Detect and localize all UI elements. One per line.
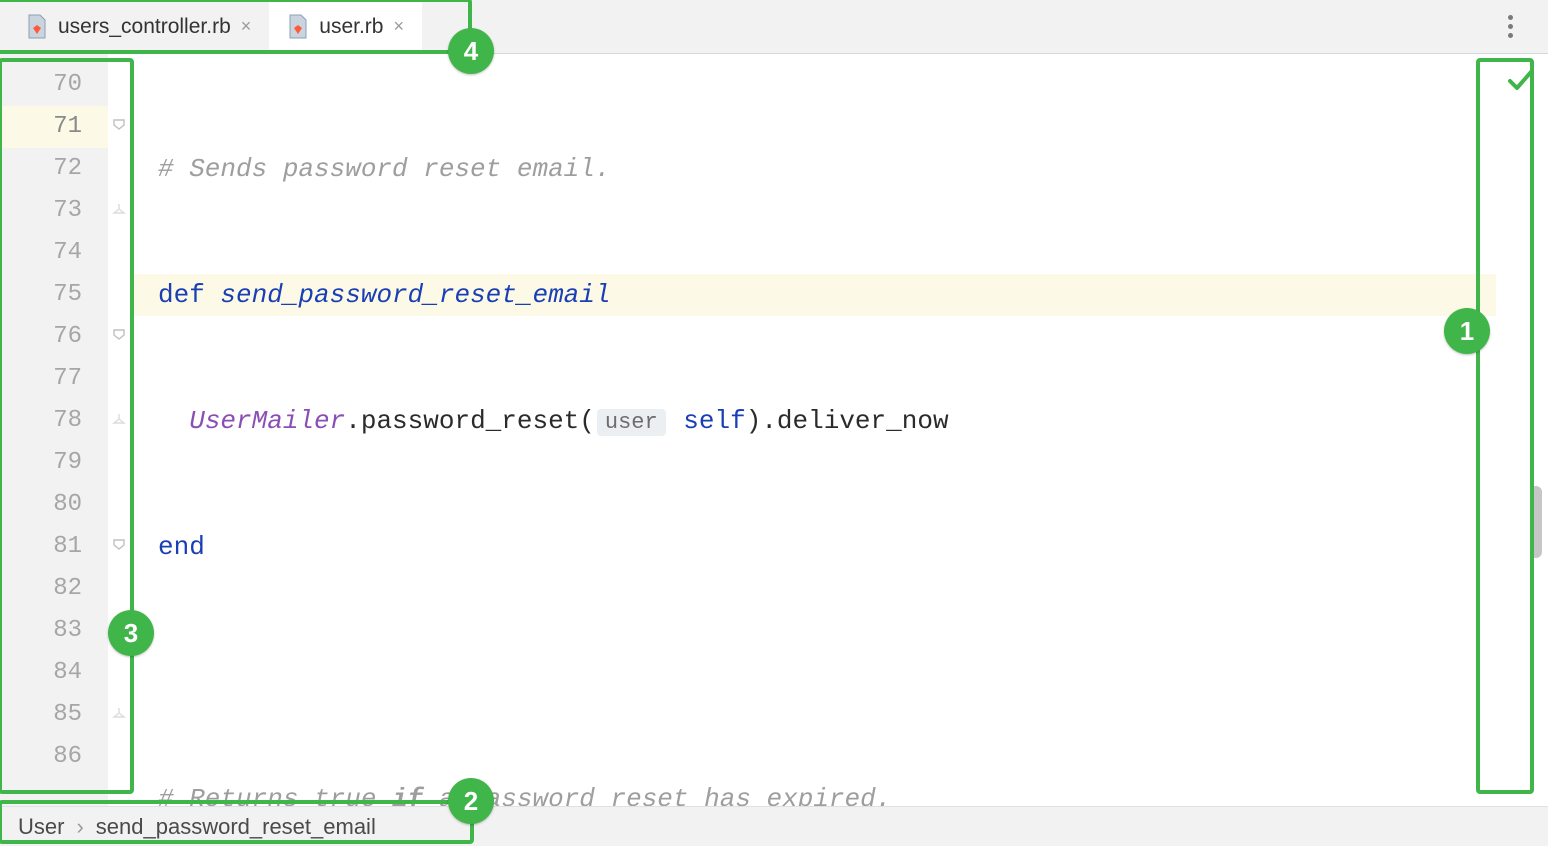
tab-user[interactable]: user.rb × <box>269 0 422 53</box>
code-text: ).deliver_now <box>746 406 949 436</box>
line-number[interactable]: 83 <box>0 610 108 652</box>
line-number[interactable]: 82 <box>0 568 108 610</box>
code-text: .password_reset( <box>345 406 595 436</box>
line-number[interactable]: 75 <box>0 274 108 316</box>
line-number[interactable]: 76 <box>0 316 108 358</box>
line-number[interactable]: 70 <box>0 64 108 106</box>
line-number[interactable]: 80 <box>0 484 108 526</box>
fold-end-icon[interactable] <box>108 694 130 736</box>
line-number[interactable]: 86 <box>0 736 108 778</box>
breadcrumb-item[interactable]: send_password_reset_email <box>96 814 376 840</box>
editor-tabs: users_controller.rb × user.rb × <box>0 0 1548 54</box>
code-area[interactable]: # Sends password reset email. def send_p… <box>130 54 1548 806</box>
line-number[interactable]: 85 <box>0 694 108 736</box>
fold-column <box>108 54 130 806</box>
code-text: end <box>158 532 205 562</box>
tab-users-controller[interactable]: users_controller.rb × <box>8 0 269 53</box>
fold-end-icon[interactable] <box>108 190 130 232</box>
marker-bar[interactable] <box>1496 54 1548 806</box>
fold-marker-icon[interactable] <box>108 526 130 568</box>
line-number[interactable]: 78 <box>0 400 108 442</box>
ruby-file-icon <box>26 14 48 40</box>
code-text: send_password_reset_email <box>220 280 610 310</box>
inspection-ok-icon[interactable] <box>1506 66 1534 99</box>
chevron-right-icon: › <box>76 814 83 840</box>
breadcrumb-item[interactable]: User <box>18 814 64 840</box>
line-number[interactable]: 77 <box>0 358 108 400</box>
code-text: UserMailer <box>189 406 345 436</box>
line-number[interactable]: 72 <box>0 148 108 190</box>
close-icon[interactable]: × <box>241 16 252 37</box>
fold-end-icon[interactable] <box>108 400 130 442</box>
line-number[interactable]: 81 <box>0 526 108 568</box>
more-vertical-icon[interactable] <box>1496 13 1524 41</box>
ruby-file-icon <box>287 14 309 40</box>
line-number[interactable]: 84 <box>0 652 108 694</box>
close-icon[interactable]: × <box>393 16 404 37</box>
tab-label: users_controller.rb <box>58 15 231 39</box>
fold-marker-icon[interactable] <box>108 316 130 358</box>
code-text: def <box>158 280 220 310</box>
line-number-gutter[interactable]: 70 71 72 73 74 75 76 77 78 79 80 81 82 8… <box>0 54 108 806</box>
fold-marker-icon[interactable] <box>108 106 130 148</box>
line-number[interactable]: 71 <box>0 106 108 148</box>
breadcrumb: User › send_password_reset_email <box>0 806 1548 846</box>
line-number[interactable]: 79 <box>0 442 108 484</box>
code-text: self <box>668 406 746 436</box>
inlay-hint: user <box>597 409 666 436</box>
tab-label: user.rb <box>319 15 383 39</box>
scrollbar-thumb[interactable] <box>1530 486 1542 558</box>
code-editor[interactable]: 70 71 72 73 74 75 76 77 78 79 80 81 82 8… <box>0 54 1548 806</box>
line-number[interactable]: 73 <box>0 190 108 232</box>
line-number[interactable]: 74 <box>0 232 108 274</box>
code-text: # Sends password reset email. <box>158 154 610 184</box>
